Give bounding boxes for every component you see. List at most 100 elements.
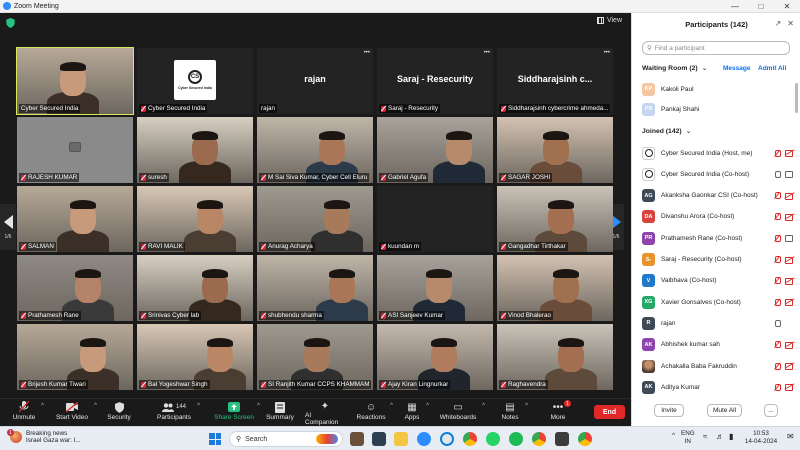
mic-icon[interactable] <box>774 319 781 327</box>
windows-start-icon[interactable] <box>209 433 221 445</box>
video-tile[interactable]: RAJESH KUMAR <box>17 117 133 183</box>
caret-up-icon[interactable]: ^ <box>426 403 429 409</box>
reactions-button[interactable]: ☺ Reactions ^ <box>357 400 393 426</box>
mic-muted-icon[interactable] <box>774 341 781 349</box>
caret-up-icon[interactable]: ^ <box>525 403 528 409</box>
unmute-button[interactable]: Unmute ^ <box>12 400 44 426</box>
speaker-icon[interactable]: ♬ <box>716 433 724 441</box>
mute-all-button[interactable]: Mute All <box>707 404 742 417</box>
mic-muted-icon[interactable] <box>774 213 781 221</box>
participant-row[interactable]: AG Akanksha Gaonkar CSI (Co-host) <box>642 188 794 204</box>
caret-up-icon[interactable]: ^ <box>94 403 97 409</box>
video-tile[interactable]: Saraj - Resecurity ••• Saraj - Resecurity <box>377 48 493 114</box>
invite-button[interactable]: Invite <box>654 404 684 417</box>
waiting-room-header[interactable]: Waiting Room (2) ⌄ <box>642 64 707 73</box>
video-tile[interactable]: M Sai Siva Kumar, Cyber Cell Eluru <box>257 117 373 183</box>
view-button[interactable]: View <box>596 17 622 24</box>
language-indicator[interactable]: ENG IN <box>681 430 695 446</box>
whatsapp-icon[interactable] <box>486 432 500 446</box>
start-video-button[interactable]: Start Video ^ <box>55 400 97 426</box>
video-icon[interactable] <box>785 171 794 179</box>
video-tile[interactable]: Gangadhar Tirthakar <box>497 186 613 252</box>
popout-icon[interactable]: ↗ <box>775 19 782 28</box>
participant-row[interactable]: S- Saraj - Resecurity (Co-host) <box>642 252 794 268</box>
admit-all-link[interactable]: Admit All <box>758 65 786 72</box>
end-meeting-button[interactable]: End <box>594 405 625 419</box>
app-icon[interactable] <box>555 432 569 446</box>
video-tile[interactable]: Vinod Bhalerao <box>497 255 613 321</box>
video-off-icon[interactable] <box>785 277 794 285</box>
share-screen-button[interactable]: Share Screen ^ <box>214 400 260 426</box>
participant-row[interactable]: PR Prathamesh Rane (Co-host) <box>642 230 794 246</box>
security-button[interactable]: Security <box>106 400 132 426</box>
video-off-icon[interactable] <box>785 213 794 221</box>
video-off-icon[interactable] <box>785 384 794 392</box>
caret-up-icon[interactable]: ^ <box>197 403 200 409</box>
panel-more-button[interactable]: ... <box>764 404 778 417</box>
mic-muted-icon[interactable] <box>774 383 781 391</box>
video-tile[interactable]: suresh <box>137 117 253 183</box>
joined-header[interactable]: Joined (142) ⌄ <box>642 127 691 136</box>
message-link[interactable]: Message <box>723 65 750 72</box>
video-tile[interactable]: shubhendu sharma <box>257 255 373 321</box>
video-off-icon[interactable] <box>785 363 794 370</box>
file-explorer-icon[interactable] <box>394 432 408 446</box>
video-tile[interactable]: Gabriel Agufa <box>377 117 493 183</box>
participant-row[interactable]: Rrajan <box>642 315 794 331</box>
participant-row[interactable]: Cyber Secured India (Host, me) <box>642 145 794 161</box>
video-off-icon[interactable] <box>785 192 794 200</box>
clock[interactable]: 10:53 14-04-2024 <box>741 430 781 446</box>
video-tile[interactable]: Raghavendra <box>497 324 613 390</box>
caret-up-icon[interactable]: ^ <box>41 403 44 409</box>
mic-muted-icon[interactable] <box>774 234 781 242</box>
mic-icon[interactable] <box>774 170 781 178</box>
chrome-profile-icon[interactable] <box>532 432 546 446</box>
battery-icon[interactable]: ▮ <box>729 433 733 441</box>
wifi-icon[interactable]: ≈ <box>703 433 707 441</box>
waiting-room-row[interactable]: KP Kakoli Paul <box>642 81 794 97</box>
chrome-browser-icon[interactable] <box>463 432 477 446</box>
video-tile[interactable]: kuundan m <box>377 186 493 252</box>
tile-options-icon[interactable]: ••• <box>364 50 370 56</box>
video-tile[interactable]: Ajay Kiran Lingnurkar <box>377 324 493 390</box>
participant-row[interactable]: AK Aditya Kumar <box>642 379 794 395</box>
video-tile[interactable]: SAGAR JOSHI <box>497 117 613 183</box>
ai-companion-button[interactable]: ✦ AI Companion <box>305 400 345 427</box>
video-tile[interactable]: RAVI MALIK <box>137 186 253 252</box>
whiteboards-button[interactable]: ▭ Whiteboards ^ <box>439 400 485 426</box>
maximize-icon[interactable]: □ <box>748 0 774 13</box>
participant-row[interactable]: V Vaibhava (Co-host) <box>642 273 794 289</box>
mic-muted-icon[interactable] <box>774 362 781 370</box>
video-tile[interactable]: Prathamesh Rane <box>17 255 133 321</box>
notifications-icon[interactable]: ✉ <box>787 433 794 441</box>
notes-button[interactable]: ▤ Notes ^ <box>500 400 529 426</box>
waiting-room-row[interactable]: PS Pankaj Shahi <box>642 101 794 117</box>
participant-row[interactable]: XG Xavier Gonsalves (Co-host) <box>642 294 794 310</box>
minimize-icon[interactable]: — <box>722 0 748 13</box>
participants-button[interactable]: 144 Participants ^ <box>156 400 200 426</box>
video-off-icon[interactable] <box>785 299 794 307</box>
apps-button[interactable]: ▦ Apps ^ <box>403 400 429 426</box>
close-panel-icon[interactable]: ✕ <box>787 19 794 28</box>
summary-button[interactable]: Summary <box>266 400 294 426</box>
tray-chevron-icon[interactable]: ^ <box>672 432 675 440</box>
video-tile[interactable]: Siddharajsinh c... ••• Siddharajsinh cyber… <box>497 48 613 114</box>
video-off-icon[interactable] <box>785 341 794 349</box>
chrome-profile-icon[interactable] <box>578 432 592 446</box>
caret-up-icon[interactable]: ^ <box>390 403 393 409</box>
video-tile[interactable]: SI Ranjith Kumar CCPS KHAMMAM <box>257 324 373 390</box>
prev-page-button[interactable]: 1/6 <box>0 204 16 250</box>
video-tile[interactable]: Srinivas Cyber lab <box>137 255 253 321</box>
video-tile[interactable]: Anurag Acharya <box>257 186 373 252</box>
video-tile[interactable]: Brijesh Kumar Tiwari <box>17 324 133 390</box>
participant-row[interactable]: Achakalla Baba Fakruddin <box>642 358 794 374</box>
taskbar-search[interactable]: ⚲ Search <box>229 431 343 447</box>
participant-row[interactable]: DA Divanshu Arora (Co-host) <box>642 209 794 225</box>
close-window-icon[interactable]: ✕ <box>774 0 800 13</box>
widgets-app-icon[interactable] <box>350 432 364 446</box>
video-off-icon[interactable] <box>785 256 794 264</box>
participant-search-input[interactable]: ⚲ Find a participant <box>642 41 790 55</box>
caret-up-icon[interactable]: ^ <box>257 403 260 409</box>
video-tile[interactable]: ASI Sanjeev Kumar <box>377 255 493 321</box>
task-view-icon[interactable] <box>372 432 386 446</box>
